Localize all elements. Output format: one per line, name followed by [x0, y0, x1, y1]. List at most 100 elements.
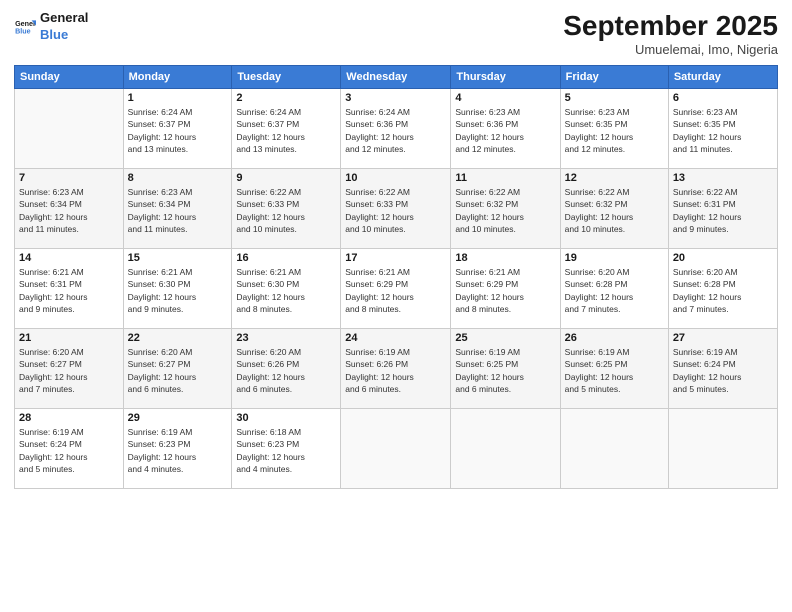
- day-number: 2: [236, 92, 336, 104]
- day-number: 14: [19, 252, 119, 264]
- logo-icon: General Blue: [14, 16, 36, 38]
- day-number: 3: [345, 92, 446, 104]
- calendar-body: 1Sunrise: 6:24 AMSunset: 6:37 PMDaylight…: [15, 89, 778, 489]
- day-number: 23: [236, 332, 336, 344]
- calendar-cell: 13 Sunrise: 6:22 AMSunset: 6:31 PMDayligh…: [668, 169, 777, 249]
- calendar-cell: 4 Sunrise: 6:23 AMSunset: 6:36 PMDaylight…: [451, 89, 560, 169]
- calendar-cell: 21 Sunrise: 6:20 AMSunset: 6:27 PMDayligh…: [15, 329, 124, 409]
- day-number: 29: [128, 412, 228, 424]
- calendar-cell: 23 Sunrise: 6:20 AMSunset: 6:26 PMDayligh…: [232, 329, 341, 409]
- day-info: Sunrise: 6:22 AMSunset: 6:32 PMDaylight:…: [455, 186, 555, 235]
- day-info: Sunrise: 6:21 AMSunset: 6:29 PMDaylight:…: [345, 266, 446, 315]
- day-number: 8: [128, 172, 228, 184]
- calendar-cell: 14 Sunrise: 6:21 AMSunset: 6:31 PMDayligh…: [15, 249, 124, 329]
- calendar-cell: 2 Sunrise: 6:24 AMSunset: 6:37 PMDaylight…: [232, 89, 341, 169]
- day-info: Sunrise: 6:19 AMSunset: 6:24 PMDaylight:…: [673, 346, 773, 395]
- calendar-cell: 19 Sunrise: 6:20 AMSunset: 6:28 PMDayligh…: [560, 249, 668, 329]
- day-number: 13: [673, 172, 773, 184]
- calendar-cell: 27Sunrise: 6:19 AMSunset: 6:24 PMDayligh…: [668, 329, 777, 409]
- calendar-cell: 28 Sunrise: 6:19 AMSunset: 6:24 PMDayligh…: [15, 409, 124, 489]
- day-info: Sunrise: 6:22 AMSunset: 6:33 PMDaylight:…: [236, 186, 336, 235]
- header-day: Sunday: [15, 66, 124, 89]
- calendar-cell: 1Sunrise: 6:24 AMSunset: 6:37 PMDaylight…: [123, 89, 232, 169]
- day-info: Sunrise: 6:19 AMSunset: 6:24 PMDaylight:…: [19, 426, 119, 475]
- day-number: 15: [128, 252, 228, 264]
- day-info: Sunrise: 6:20 AMSunset: 6:28 PMDaylight:…: [565, 266, 664, 315]
- day-info: Sunrise: 6:22 AMSunset: 6:32 PMDaylight:…: [565, 186, 664, 235]
- calendar-week-row: 14 Sunrise: 6:21 AMSunset: 6:31 PMDayligh…: [15, 249, 778, 329]
- calendar-week-row: 7 Sunrise: 6:23 AMSunset: 6:34 PMDaylight…: [15, 169, 778, 249]
- day-number: 19: [565, 252, 664, 264]
- calendar-cell: 25Sunrise: 6:19 AMSunset: 6:25 PMDayligh…: [451, 329, 560, 409]
- calendar-cell: [341, 409, 451, 489]
- calendar-cell: [15, 89, 124, 169]
- day-number: 11: [455, 172, 555, 184]
- calendar-cell: 7 Sunrise: 6:23 AMSunset: 6:34 PMDaylight…: [15, 169, 124, 249]
- day-info: Sunrise: 6:19 AMSunset: 6:25 PMDaylight:…: [565, 346, 664, 395]
- header-day: Wednesday: [341, 66, 451, 89]
- day-number: 20: [673, 252, 773, 264]
- svg-text:Blue: Blue: [15, 27, 31, 35]
- header-day: Monday: [123, 66, 232, 89]
- calendar-cell: 22 Sunrise: 6:20 AMSunset: 6:27 PMDayligh…: [123, 329, 232, 409]
- calendar-cell: 12 Sunrise: 6:22 AMSunset: 6:32 PMDayligh…: [560, 169, 668, 249]
- calendar-cell: 30Sunrise: 6:18 AMSunset: 6:23 PMDayligh…: [232, 409, 341, 489]
- calendar-header: SundayMondayTuesdayWednesdayThursdayFrid…: [15, 66, 778, 89]
- day-number: 21: [19, 332, 119, 344]
- calendar-cell: [451, 409, 560, 489]
- day-info: Sunrise: 6:21 AMSunset: 6:31 PMDaylight:…: [19, 266, 119, 315]
- day-info: Sunrise: 6:23 AMSunset: 6:35 PMDaylight:…: [673, 106, 773, 155]
- day-info: Sunrise: 6:22 AMSunset: 6:31 PMDaylight:…: [673, 186, 773, 235]
- day-info: Sunrise: 6:19 AMSunset: 6:25 PMDaylight:…: [455, 346, 555, 395]
- logo-line1: General: [40, 10, 88, 27]
- day-info: Sunrise: 6:21 AMSunset: 6:29 PMDaylight:…: [455, 266, 555, 315]
- day-number: 4: [455, 92, 555, 104]
- calendar-cell: 6 Sunrise: 6:23 AMSunset: 6:35 PMDaylight…: [668, 89, 777, 169]
- day-info: Sunrise: 6:20 AMSunset: 6:27 PMDaylight:…: [128, 346, 228, 395]
- header-day: Thursday: [451, 66, 560, 89]
- calendar-cell: 5Sunrise: 6:23 AMSunset: 6:35 PMDaylight…: [560, 89, 668, 169]
- calendar-cell: 20 Sunrise: 6:20 AMSunset: 6:28 PMDayligh…: [668, 249, 777, 329]
- day-info: Sunrise: 6:24 AMSunset: 6:37 PMDaylight:…: [128, 106, 228, 155]
- calendar-cell: 24 Sunrise: 6:19 AMSunset: 6:26 PMDayligh…: [341, 329, 451, 409]
- logo-line2: Blue: [40, 27, 88, 44]
- calendar-cell: 18 Sunrise: 6:21 AMSunset: 6:29 PMDayligh…: [451, 249, 560, 329]
- day-number: 30: [236, 412, 336, 424]
- day-number: 12: [565, 172, 664, 184]
- calendar-cell: 11 Sunrise: 6:22 AMSunset: 6:32 PMDayligh…: [451, 169, 560, 249]
- day-number: 24: [345, 332, 446, 344]
- day-number: 18: [455, 252, 555, 264]
- day-info: Sunrise: 6:19 AMSunset: 6:23 PMDaylight:…: [128, 426, 228, 475]
- day-number: 17: [345, 252, 446, 264]
- calendar-cell: 3 Sunrise: 6:24 AMSunset: 6:36 PMDaylight…: [341, 89, 451, 169]
- calendar-cell: 29 Sunrise: 6:19 AMSunset: 6:23 PMDayligh…: [123, 409, 232, 489]
- day-info: Sunrise: 6:24 AMSunset: 6:37 PMDaylight:…: [236, 106, 336, 155]
- header-day: Tuesday: [232, 66, 341, 89]
- day-number: 7: [19, 172, 119, 184]
- day-info: Sunrise: 6:23 AMSunset: 6:34 PMDaylight:…: [128, 186, 228, 235]
- header-row: SundayMondayTuesdayWednesdayThursdayFrid…: [15, 66, 778, 89]
- day-info: Sunrise: 6:19 AMSunset: 6:26 PMDaylight:…: [345, 346, 446, 395]
- day-number: 28: [19, 412, 119, 424]
- month-title: September 2025: [563, 10, 778, 42]
- calendar-cell: 16Sunrise: 6:21 AMSunset: 6:30 PMDayligh…: [232, 249, 341, 329]
- location-subtitle: Umuelemai, Imo, Nigeria: [563, 42, 778, 57]
- header-day: Friday: [560, 66, 668, 89]
- day-info: Sunrise: 6:20 AMSunset: 6:26 PMDaylight:…: [236, 346, 336, 395]
- day-info: Sunrise: 6:21 AMSunset: 6:30 PMDaylight:…: [128, 266, 228, 315]
- logo: General Blue General Blue: [14, 10, 88, 44]
- day-number: 16: [236, 252, 336, 264]
- header-day: Saturday: [668, 66, 777, 89]
- day-info: Sunrise: 6:23 AMSunset: 6:34 PMDaylight:…: [19, 186, 119, 235]
- day-info: Sunrise: 6:22 AMSunset: 6:33 PMDaylight:…: [345, 186, 446, 235]
- day-info: Sunrise: 6:24 AMSunset: 6:36 PMDaylight:…: [345, 106, 446, 155]
- day-number: 10: [345, 172, 446, 184]
- day-number: 6: [673, 92, 773, 104]
- day-number: 9: [236, 172, 336, 184]
- day-number: 26: [565, 332, 664, 344]
- day-info: Sunrise: 6:23 AMSunset: 6:36 PMDaylight:…: [455, 106, 555, 155]
- title-block: September 2025 Umuelemai, Imo, Nigeria: [563, 10, 778, 57]
- day-info: Sunrise: 6:20 AMSunset: 6:27 PMDaylight:…: [19, 346, 119, 395]
- day-number: 22: [128, 332, 228, 344]
- day-info: Sunrise: 6:20 AMSunset: 6:28 PMDaylight:…: [673, 266, 773, 315]
